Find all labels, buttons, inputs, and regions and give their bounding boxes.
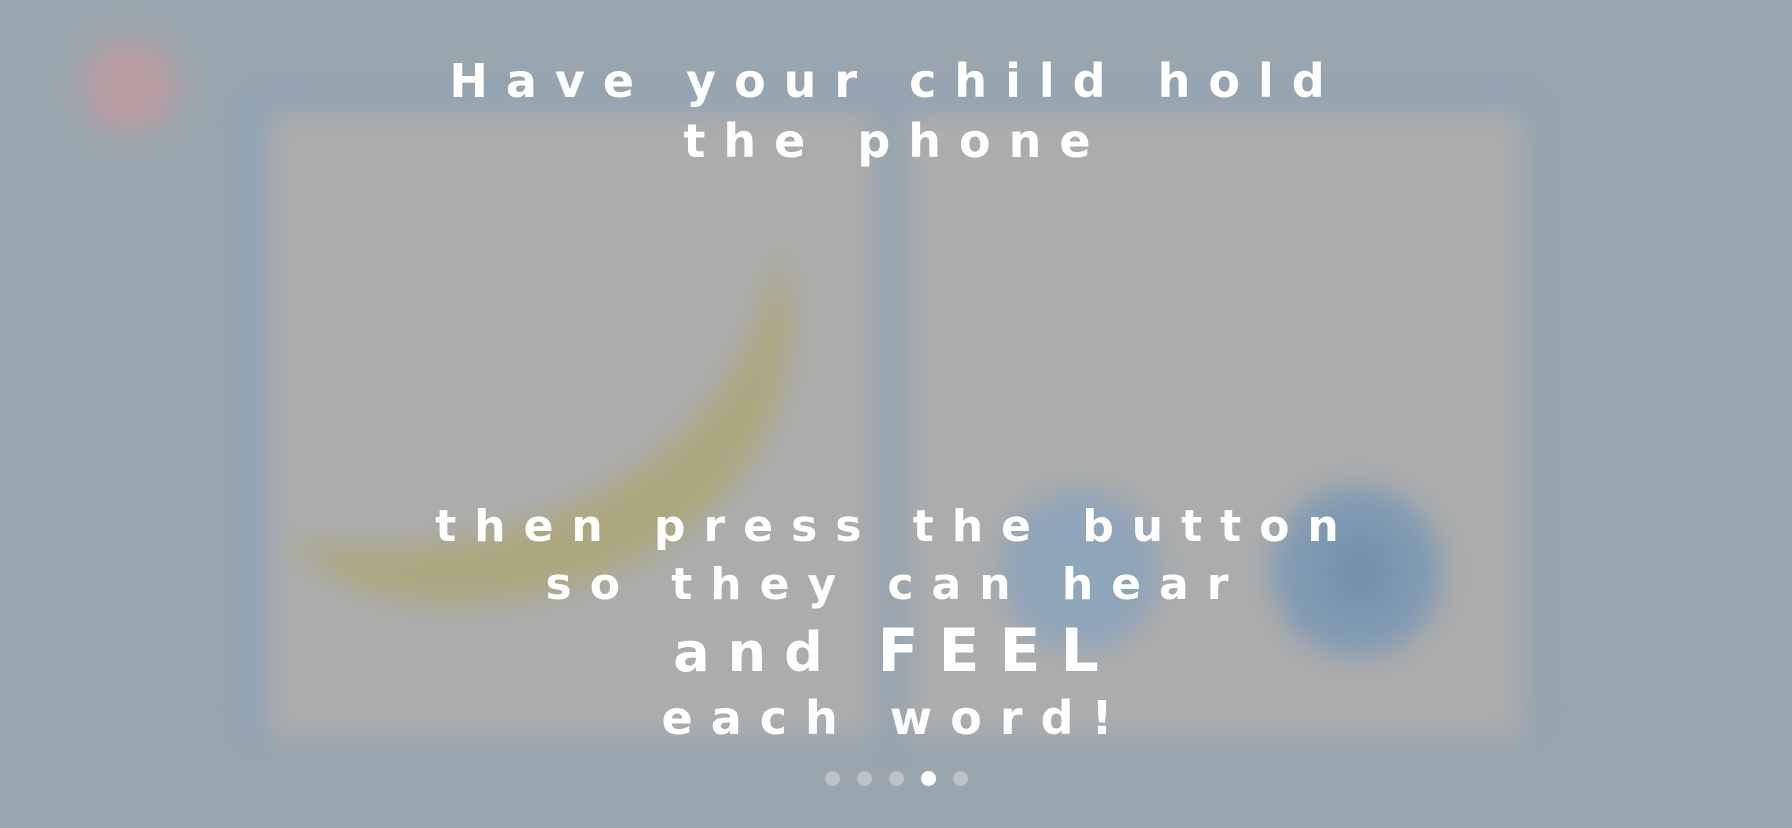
body-line-3-prefix: and	[673, 621, 878, 684]
page-indicator	[0, 771, 1792, 786]
heading-line-2: the phone	[683, 114, 1109, 168]
page-dot[interactable]	[888, 771, 904, 786]
page-dot[interactable]	[856, 771, 872, 786]
body-line-4: each word!	[661, 691, 1131, 745]
page-dot[interactable]	[952, 771, 968, 786]
heading-line-1: Have your child hold	[449, 54, 1343, 108]
page-dot[interactable]	[824, 771, 840, 786]
page-dot-active[interactable]	[920, 771, 936, 786]
body-line-2: so they can hear	[545, 559, 1247, 610]
feel-emphasis: FEEL	[877, 616, 1119, 686]
body-line-3: and FEEL	[0, 618, 1792, 686]
body-line-1: then press the button	[435, 501, 1357, 552]
